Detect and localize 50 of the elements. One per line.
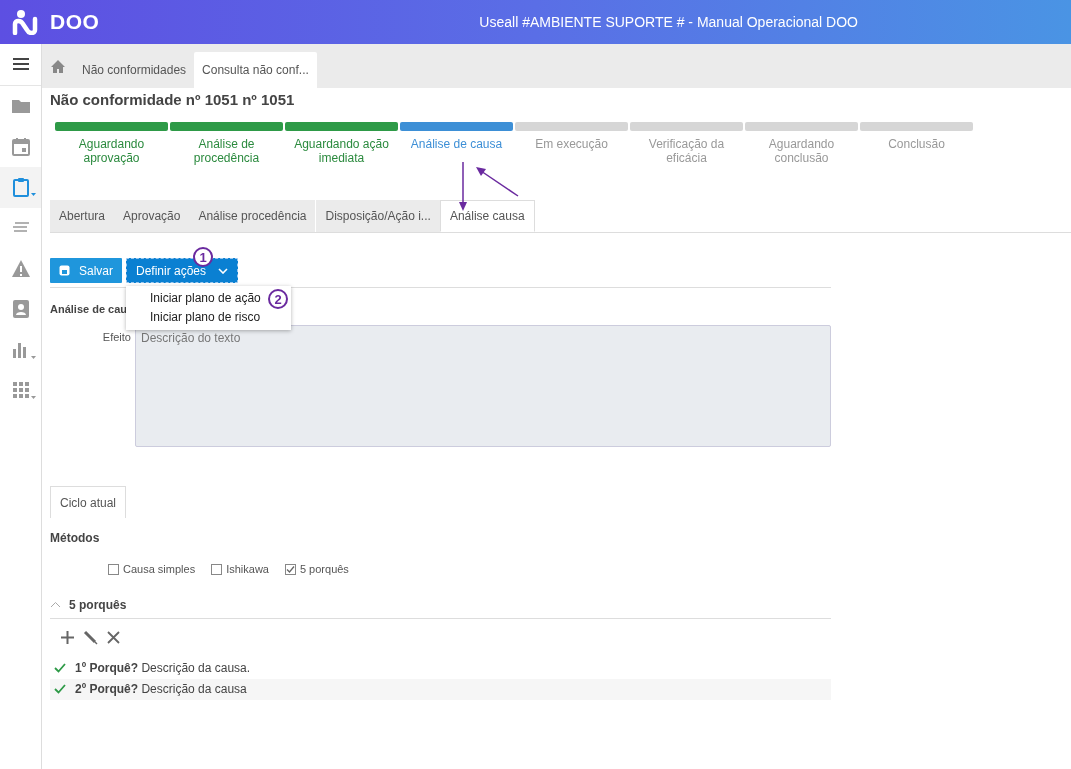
annotation-arrow (476, 167, 519, 197)
checkbox[interactable] (211, 563, 223, 575)
pencil-icon[interactable] (83, 629, 98, 645)
step-label: Conclusão (887, 137, 946, 151)
save-icon (59, 265, 70, 276)
effect-field[interactable]: Descrição do texto (135, 325, 831, 447)
annotation-arrow (459, 161, 467, 211)
menu-item[interactable]: Iniciar plano de ação (126, 289, 261, 308)
tab[interactable]: Abertura (50, 200, 115, 232)
step-label: Aguardando ação imediata (293, 137, 390, 165)
list-item-text: 2º Porquê? Descrição da causa (75, 681, 247, 698)
chevron-up-icon[interactable] (50, 601, 61, 608)
breadcrumb-tab[interactable]: Consulta não conf... (194, 52, 317, 88)
step-label: Análise de procedência (192, 137, 261, 165)
grid-icon[interactable] (10, 380, 37, 401)
caret-icon (218, 267, 229, 274)
tab[interactable]: Disposição/Ação i... (315, 200, 440, 232)
tab[interactable]: Aprovação (114, 200, 190, 232)
section-title: Métodos (50, 530, 101, 547)
section-title: 5 porquês (69, 596, 127, 614)
list-item-text: 1º Porquê? Descrição da causa. (75, 660, 251, 677)
step-label: Em execução (534, 137, 609, 151)
tab[interactable]: Análise causa (439, 200, 535, 232)
checkbox-option[interactable]: Ishikawa (211, 561, 269, 578)
window-title: Useall #AMBIENTE SUPORTE # - Manual Operacional DOO (479, 12, 858, 32)
clipboard-icon[interactable] (10, 177, 37, 198)
page-title: Não conformidade nº 1051 nº 1051 (50, 91, 296, 109)
step-label: Aguardando aprovação (77, 137, 146, 165)
breadcrumb-tab[interactable]: Não conformidades (74, 52, 195, 88)
callout-number: 1 (193, 247, 213, 267)
home-icon[interactable] (50, 59, 66, 74)
checkbox[interactable] (284, 563, 296, 575)
warning-icon[interactable] (10, 258, 31, 279)
step-label: Aguardando conclusão (767, 137, 836, 165)
tab[interactable]: Análise procedência (189, 200, 316, 232)
contact-card-icon[interactable] (10, 299, 31, 320)
add-icon[interactable] (60, 629, 75, 645)
close-icon[interactable] (106, 629, 121, 645)
calendar-icon[interactable] (10, 136, 31, 157)
tab[interactable]: Ciclo atual (50, 486, 127, 518)
callout-number: 2 (268, 289, 288, 309)
step-label: Análise de causa (409, 137, 504, 151)
step-label: Verificação da eficácia (647, 137, 726, 165)
section-title: Análise de cau (50, 302, 128, 317)
checkbox-option[interactable]: 5 porquês (284, 561, 349, 578)
logo-text: DOO (50, 9, 100, 36)
checkbox[interactable] (108, 563, 119, 575)
field-label: Efeito (101, 330, 132, 345)
checkbox-option[interactable]: Causa simples (108, 561, 196, 578)
menu-item[interactable]: Iniciar plano de risco (126, 308, 261, 327)
